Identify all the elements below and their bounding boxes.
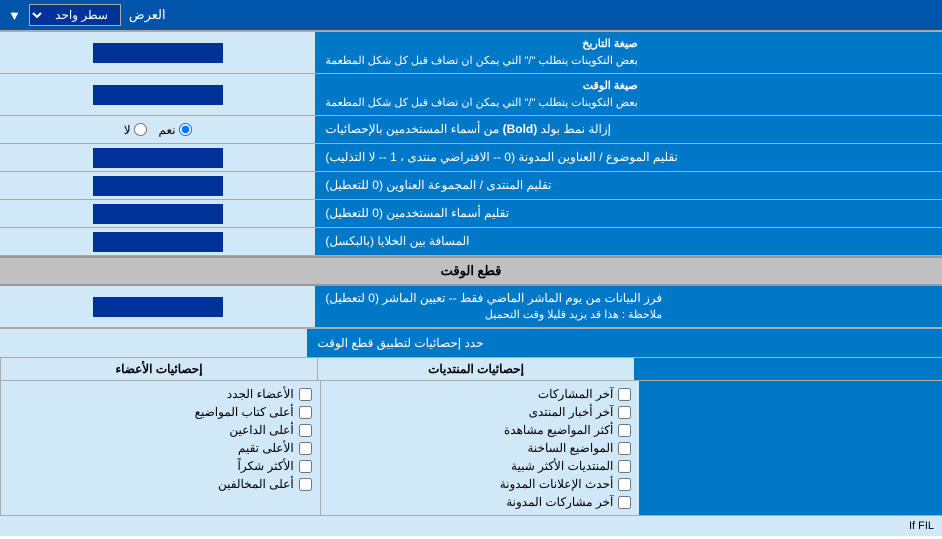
forum-sort-row: تقليم المنتدى / المجموعة العناوين (0 للت… — [0, 172, 942, 200]
checkbox-col1-label-3: أكثر المواضيع مشاهدة — [504, 423, 613, 437]
time-format-label: صيغة الوقت بعض التكوينات يتطلب "/" التي … — [315, 74, 942, 115]
cell-distance-input-cell: 2 — [0, 228, 315, 255]
col1-header: إحصائيات المنتديات — [317, 358, 634, 380]
checkbox-col1-check-1[interactable] — [618, 388, 631, 401]
top-selector-label: العرض — [129, 7, 166, 23]
remove-bold-label: إزالة نمط بولد (Bold) من أسماء المستخدمي… — [315, 116, 942, 143]
checkbox-col1-item-4: المواضيع الساخنة — [329, 439, 632, 457]
checkbox-col1-item-3: أكثر المواضيع مشاهدة — [329, 421, 632, 439]
selector-down-arrow: ▼ — [8, 8, 21, 23]
time-format-input[interactable]: H:i — [93, 85, 223, 105]
checkbox-col1-item-2: آخر أخبار المنتدى — [329, 403, 632, 421]
checkbox-col1-label-1: آخر المشاركات — [538, 387, 613, 401]
checkbox-col2-check-6[interactable] — [299, 478, 312, 491]
remove-bold-radio-group: نعم لا — [124, 123, 192, 137]
checkbox-col1-check-3[interactable] — [618, 424, 631, 437]
remove-bold-row: إزالة نمط بولد (Bold) من أسماء المستخدمي… — [0, 116, 942, 144]
cell-distance-input[interactable]: 2 — [93, 232, 223, 252]
stats-define-row: حدد إحصائيات لتطبيق قطع الوقت — [0, 329, 942, 358]
radio-no-label[interactable]: لا — [124, 123, 147, 137]
checkbox-col2-check-4[interactable] — [299, 442, 312, 455]
radio-no-text: لا — [124, 123, 131, 137]
checkbox-col2-item-1: الأعضاء الجدد — [9, 385, 312, 403]
checkbox-col1-check-2[interactable] — [618, 406, 631, 419]
checkbox-col1-label-7: آخر مشاركات المدونة — [506, 495, 613, 509]
checkbox-col1-check-4[interactable] — [618, 442, 631, 455]
checkbox-grid: آخر المشاركات آخر أخبار المنتدى أكثر الم… — [0, 381, 942, 515]
checkbox-col2-label-3: أعلى الداعين — [229, 423, 293, 437]
checkbox-col1-item-1: آخر المشاركات — [329, 385, 632, 403]
date-format-label: صيغة التاريخ بعض التكوينات يتطلب "/" الت… — [315, 32, 942, 73]
usernames-trim-input-cell: 0 — [0, 200, 315, 227]
top-selector-row: العرض سطر واحد سطرين ثلاثة أسطر ▼ — [0, 0, 942, 32]
checkbox-header-row: إحصائيات المنتديات إحصائيات الأعضاء — [0, 358, 942, 381]
cell-distance-label: المسافة بين الخلايا (بالبكسل) — [315, 228, 942, 255]
empty-left-header — [634, 358, 942, 380]
radio-yes-text: نعم — [159, 123, 176, 137]
cutoff-section-header: قطع الوقت — [0, 256, 942, 286]
checkbox-col1-item-5: المنتديات الأكثر شبية — [329, 457, 632, 475]
topics-sort-row: تقليم الموضوع / العناوين المدونة (0 -- ا… — [0, 144, 942, 172]
checkbox-col1-check-7[interactable] — [618, 496, 631, 509]
topics-sort-label: تقليم الموضوع / العناوين المدونة (0 -- ا… — [315, 144, 942, 171]
time-format-input-cell: H:i — [0, 74, 315, 115]
date-format-row: صيغة التاريخ بعض التكوينات يتطلب "/" الت… — [0, 32, 942, 74]
checkbox-col2-item-3: أعلى الداعين — [9, 421, 312, 439]
main-container: العرض سطر واحد سطرين ثلاثة أسطر ▼ صيغة ا… — [0, 0, 942, 536]
checkbox-col2-item-6: أعلى المخالفين — [9, 475, 312, 493]
cutoff-data-row: فرز البيانات من يوم الماشر الماضي فقط --… — [0, 286, 942, 328]
checkbox-col2-label-6: أعلى المخالفين — [218, 477, 294, 491]
topics-sort-input-cell: 33 — [0, 144, 315, 171]
checkbox-col2-label-2: أعلى كتاب المواضيع — [195, 405, 294, 419]
checkbox-col2-label-5: الأكثر شكراً — [238, 459, 294, 473]
checkbox-col1-label-4: المواضيع الساخنة — [528, 441, 614, 455]
usernames-trim-input[interactable]: 0 — [93, 204, 223, 224]
checkbox-col1-label-2: آخر أخبار المنتدى — [529, 405, 614, 419]
date-format-input[interactable]: d-m — [93, 43, 223, 63]
checkbox-col1-check-5[interactable] — [618, 460, 631, 473]
stats-section: حدد إحصائيات لتطبيق قطع الوقت إحصائيات ا… — [0, 328, 942, 536]
stats-define-empty — [0, 329, 307, 357]
checkbox-col2-check-3[interactable] — [299, 424, 312, 437]
stats-define-label: حدد إحصائيات لتطبيق قطع الوقت — [307, 329, 942, 357]
radio-yes-label[interactable]: نعم — [159, 123, 192, 137]
cutoff-data-label: فرز البيانات من يوم الماشر الماضي فقط --… — [315, 286, 942, 327]
checkbox-col2-label-1: الأعضاء الجدد — [227, 387, 294, 401]
col2-header: إحصائيات الأعضاء — [0, 358, 317, 380]
checkbox-col1-item-6: أحدث الإعلانات المدونة — [329, 475, 632, 493]
checkbox-col1-check-6[interactable] — [618, 478, 631, 491]
usernames-trim-label: تقليم أسماء المستخدمين (0 للتعطيل) — [315, 200, 942, 227]
checkbox-empty-col — [639, 381, 942, 515]
forum-sort-input[interactable]: 33 — [93, 176, 223, 196]
checkbox-col2-label-4: الأعلى تقيم — [238, 441, 294, 455]
checkbox-col1-label-5: المنتديات الأكثر شبية — [511, 459, 613, 473]
checkbox-col1-item-7: آخر مشاركات المدونة — [329, 493, 632, 511]
remove-bold-input-cell: نعم لا — [0, 116, 315, 143]
checkbox-col2: الأعضاء الجدد أعلى كتاب المواضيع أعلى ال… — [0, 381, 320, 515]
forum-sort-label: تقليم المنتدى / المجموعة العناوين (0 للت… — [315, 172, 942, 199]
checkbox-col1-label-6: أحدث الإعلانات المدونة — [500, 477, 614, 491]
checkbox-col1: آخر المشاركات آخر أخبار المنتدى أكثر الم… — [320, 381, 640, 515]
cutoff-data-input[interactable]: 0 — [93, 297, 223, 317]
top-selector-select[interactable]: سطر واحد سطرين ثلاثة أسطر — [29, 4, 121, 26]
bottom-note-row: If FIL — [0, 515, 942, 536]
checkbox-col2-item-5: الأكثر شكراً — [9, 457, 312, 475]
checkbox-col2-item-2: أعلى كتاب المواضيع — [9, 403, 312, 421]
forum-sort-input-cell: 33 — [0, 172, 315, 199]
cell-distance-row: المسافة بين الخلايا (بالبكسل) 2 — [0, 228, 942, 256]
topics-sort-input[interactable]: 33 — [93, 148, 223, 168]
time-format-row: صيغة الوقت بعض التكوينات يتطلب "/" التي … — [0, 74, 942, 116]
radio-no[interactable] — [134, 123, 147, 136]
checkbox-col2-item-4: الأعلى تقيم — [9, 439, 312, 457]
checkbox-col2-check-5[interactable] — [299, 460, 312, 473]
cutoff-data-input-cell: 0 — [0, 286, 315, 327]
checkbox-col2-check-2[interactable] — [299, 406, 312, 419]
radio-yes[interactable] — [179, 123, 192, 136]
usernames-trim-row: تقليم أسماء المستخدمين (0 للتعطيل) 0 — [0, 200, 942, 228]
date-format-input-cell: d-m — [0, 32, 315, 73]
checkbox-col2-check-1[interactable] — [299, 388, 312, 401]
bottom-note-text: If FIL — [909, 520, 934, 532]
